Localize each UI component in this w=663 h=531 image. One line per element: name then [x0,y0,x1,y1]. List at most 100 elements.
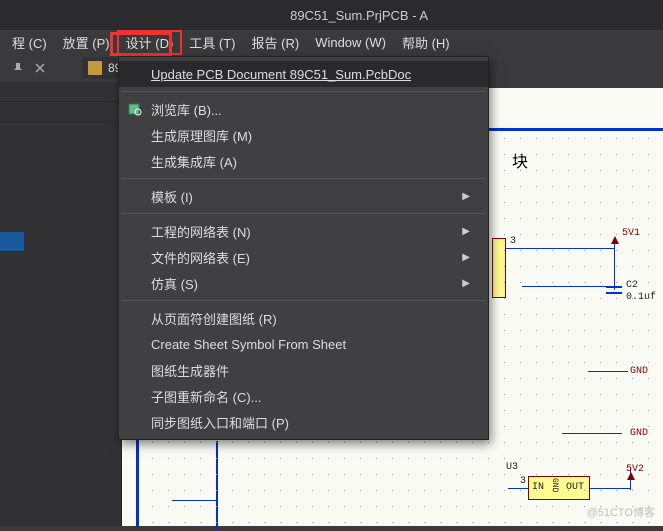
pin-icon[interactable] [10,60,26,76]
grid-dot [552,458,553,459]
grid-dot [408,506,409,507]
grid-dot [568,298,569,299]
menu-design[interactable]: 设计 (D) [118,31,182,54]
grid-dot [328,474,329,475]
grid-dot [552,522,553,523]
grid-dot [632,330,633,331]
grid-dot [504,458,505,459]
panel-row-selected[interactable] [0,232,24,252]
grid-dot [520,138,521,139]
menu-browse-library[interactable]: 浏览库 (B)... [119,96,488,122]
grid-dot [616,410,617,411]
menu-create-from-sheet[interactable]: Create Sheet Symbol From Sheet [119,331,488,357]
menu-update-pcb[interactable]: Update PCB Document 89C51_Sum.PcbDoc [119,61,488,87]
grid-dot [552,186,553,187]
menu-gen-int-lib[interactable]: 生成集成库 (A) [119,148,488,174]
grid-dot [568,362,569,363]
grid-dot [152,474,153,475]
grid-dot [472,522,473,523]
grid-dot [408,474,409,475]
grid-dot [584,490,585,491]
menu-simulate[interactable]: 仿真 (S) ▶ [119,270,488,296]
menu-sheet-gen[interactable]: 图纸生成器件 [119,357,488,383]
grid-dot [616,138,617,139]
grid-dot [648,330,649,331]
library-icon [125,101,145,117]
menu-file-netlist[interactable]: 文件的网络表 (E) ▶ [119,244,488,270]
grid-dot [648,346,649,347]
wire [588,371,628,372]
menu-separator [121,91,486,92]
close-icon[interactable] [32,60,48,76]
grid-dot [520,330,521,331]
grid-dot [312,442,313,443]
grid-dot [584,474,585,475]
grid-dot [568,346,569,347]
grid-dot [360,458,361,459]
menu-help[interactable]: 帮助 (H) [394,31,458,54]
grid-dot [552,490,553,491]
menu-project-netlist[interactable]: 工程的网络表 (N) ▶ [119,218,488,244]
grid-dot [600,394,601,395]
grid-dot [600,410,601,411]
grid-dot [520,522,521,523]
menu-project[interactable]: 程 (C) [4,31,55,54]
grid-dot [200,490,201,491]
menu-create-sheet-symbol[interactable]: 从页面符创建图纸 (R) [119,305,488,331]
grid-dot [520,154,521,155]
grid-dot [600,202,601,203]
capacitor-plate [606,286,622,288]
grid-dot [280,474,281,475]
grid-dot [568,394,569,395]
menu-rename-child[interactable]: 子图重新命名 (C)... [119,383,488,409]
grid-dot [152,442,153,443]
grid-dot [648,186,649,187]
grid-dot [648,218,649,219]
grid-dot [600,362,601,363]
grid-dot [584,442,585,443]
grid-dot [536,298,537,299]
grid-dot [392,458,393,459]
blank-icon [125,414,145,430]
grid-dot [472,442,473,443]
blank-icon [125,336,145,352]
menu-reports[interactable]: 报告 (R) [244,31,308,54]
menu-place[interactable]: 放置 (P) [55,31,118,54]
grid-dot [264,442,265,443]
grid-dot [584,410,585,411]
menu-bar: 程 (C) 放置 (P) 设计 (D) 工具 (T) 报告 (R) Window… [0,30,663,54]
grid-dot [536,362,537,363]
menu-gen-sch-lib[interactable]: 生成原理图库 (M) [119,122,488,148]
grid-dot [408,458,409,459]
grid-dot [488,506,489,507]
grid-dot [504,218,505,219]
grid-dot [520,346,521,347]
grid-dot [648,394,649,395]
grid-dot [520,442,521,443]
menu-window[interactable]: Window (W) [307,33,394,52]
menu-templates[interactable]: 模板 (I) ▶ [119,183,488,209]
grid-dot [456,490,457,491]
menu-sync-ports[interactable]: 同步图纸入口和端口 (P) [119,409,488,435]
grid-dot [232,442,233,443]
grid-dot [536,282,537,283]
menu-tools[interactable]: 工具 (T) [181,31,243,54]
grid-dot [184,474,185,475]
grid-dot [392,522,393,523]
grid-dot [616,474,617,475]
grid-dot [568,202,569,203]
grid-dot [408,522,409,523]
grid-dot [600,154,601,155]
grid-dot [344,522,345,523]
grid-dot [568,266,569,267]
grid-dot [616,250,617,251]
grid-dot [248,490,249,491]
grid-dot [248,474,249,475]
grid-dot [520,266,521,267]
grid-dot [600,458,601,459]
grid-dot [584,234,585,235]
grid-dot [584,282,585,283]
grid-dot [392,474,393,475]
grid-dot [520,202,521,203]
grid-dot [168,474,169,475]
